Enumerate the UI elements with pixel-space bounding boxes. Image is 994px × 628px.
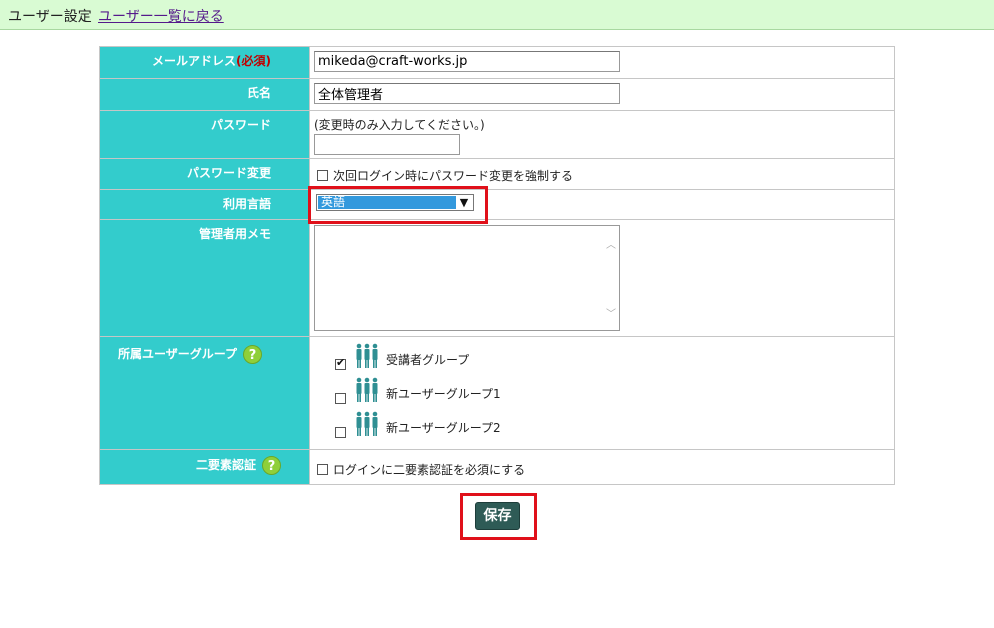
required-mark: (必須) [236, 54, 271, 68]
help-icon[interactable]: ? [243, 345, 263, 364]
require-two-factor-text: ログインに二要素認証を必須にする [333, 463, 526, 477]
password-label: パスワード [99, 110, 310, 159]
name-label: 氏名 [99, 78, 310, 111]
group-item: 新ユーザーグループ2 [310, 405, 894, 439]
admin-memo-textarea[interactable]: ︿ ﹀ [314, 225, 620, 331]
force-password-change-text: 次回ログイン時にパスワード変更を強制する [333, 169, 574, 183]
email-field[interactable] [314, 51, 620, 72]
save-button[interactable]: 保存 [475, 502, 520, 530]
email-label: メールアドレス(必須) [99, 46, 310, 79]
name-field[interactable] [314, 83, 620, 104]
page-title: ユーザー設定 [8, 9, 92, 25]
group-item: 新ユーザーグループ1 [310, 371, 894, 405]
require-two-factor-checkbox[interactable] [317, 464, 328, 475]
group-checkbox-1[interactable] [335, 356, 346, 370]
force-password-change-checkbox[interactable] [317, 170, 328, 181]
password-hint: (変更時のみ入力してください。) [314, 118, 485, 132]
group-name-3: 新ユーザーグループ2 [386, 421, 501, 435]
group-item: 受講者グループ [310, 337, 894, 371]
groups-label-text: 所属ユーザーグループ [118, 347, 238, 361]
password-field[interactable] [314, 134, 460, 155]
groups-label: 所属ユーザーグループ? [99, 336, 310, 450]
group-name-1: 受講者グループ [386, 353, 470, 367]
group-name-2: 新ユーザーグループ1 [386, 387, 501, 401]
memo-label: 管理者用メモ [99, 219, 310, 337]
password-change-label: パスワード変更 [99, 158, 310, 190]
language-label: 利用言語 [99, 189, 310, 220]
user-group-icon [356, 377, 378, 402]
email-label-text: メールアドレス [152, 54, 237, 68]
scroll-down-icon[interactable]: ﹀ [606, 305, 616, 320]
help-icon[interactable]: ? [262, 456, 281, 475]
two-factor-label: 二要素認証? [99, 449, 310, 485]
group-checkbox-2[interactable] [335, 393, 346, 404]
scroll-up-icon[interactable]: ︿ [606, 236, 616, 251]
back-to-user-list-link[interactable]: ユーザー一覧に戻る [98, 6, 224, 26]
user-group-icon [356, 343, 378, 368]
two-factor-label-text: 二要素認証 [195, 458, 256, 472]
language-highlight-box [308, 186, 488, 224]
user-settings-form: メールアドレス(必須) 氏名 パスワード (変更時のみ入力してください。) パス… [99, 46, 895, 485]
top-bar: ユーザー設定 ユーザー一覧に戻る [0, 0, 994, 30]
group-checkbox-3[interactable] [335, 427, 346, 438]
user-group-icon [356, 411, 378, 436]
